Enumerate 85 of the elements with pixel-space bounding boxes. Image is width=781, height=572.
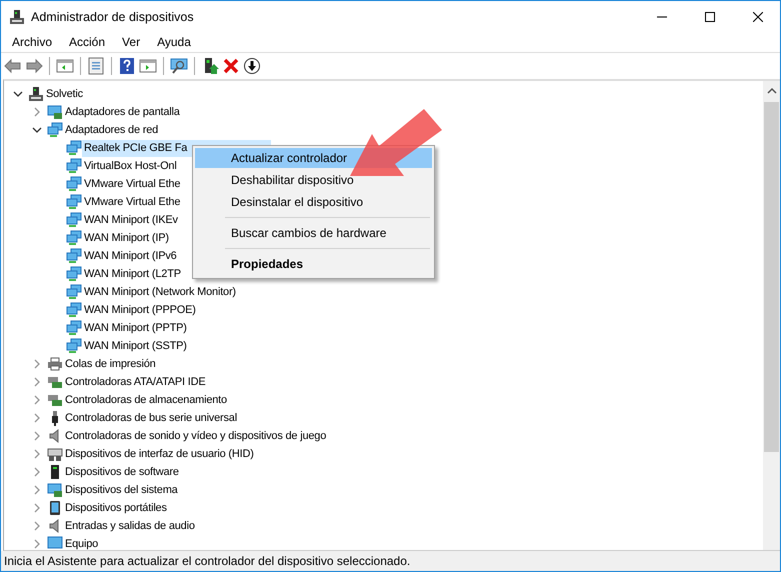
status-text: Inicia el Asistente para actualizar el controlador del dispositivo seleccionado. <box>4 554 410 568</box>
tree-item[interactable]: WAN Miniport (IKEv <box>82 212 180 228</box>
tree-item[interactable]: VMware Virtual Ethe <box>82 194 182 210</box>
tree-item[interactable]: Controladoras de almacenamiento <box>63 392 229 408</box>
tree-item[interactable]: WAN Miniport (IPv6 <box>82 248 179 264</box>
tree-item[interactable]: Controladoras ATA/ATAPI IDE <box>63 374 208 390</box>
network-monitors-icon <box>66 158 82 174</box>
computer-icon <box>28 86 44 102</box>
collapse-chevron-icon[interactable] <box>32 125 42 135</box>
tree-item[interactable]: WAN Miniport (SSTP) <box>82 338 189 354</box>
tree-item[interactable]: Solvetic <box>44 86 85 102</box>
expand-chevron-icon[interactable] <box>32 107 42 117</box>
back-icon[interactable] <box>4 57 22 75</box>
network-monitors-icon <box>66 284 82 300</box>
monitor-card-icon <box>47 482 63 498</box>
context-menu-item[interactable]: Deshabilitar dispositivo <box>195 170 432 190</box>
tree-item[interactable]: WAN Miniport (PPPOE) <box>82 302 198 318</box>
network-monitors-icon <box>47 122 63 138</box>
menu-item[interactable]: Ver <box>114 35 148 49</box>
tree-item[interactable]: WAN Miniport (L2TP <box>82 266 183 282</box>
expand-chevron-icon[interactable] <box>32 377 42 387</box>
tree-item[interactable]: Dispositivos de software <box>63 464 181 480</box>
tree-item[interactable]: Equipo <box>63 536 100 550</box>
expand-chevron-icon[interactable] <box>32 467 42 477</box>
keyboard-icon <box>47 446 63 462</box>
context-menu-item[interactable]: Buscar cambios de hardware <box>195 223 432 243</box>
context-menu-item[interactable]: Desinstalar el dispositivo <box>195 192 432 212</box>
tablet-icon <box>47 500 63 516</box>
scan-monitor-icon[interactable] <box>170 57 188 75</box>
menu-item[interactable]: Archivo <box>4 35 60 49</box>
network-monitors-icon <box>66 302 82 318</box>
tree-item[interactable]: WAN Miniport (Network Monitor) <box>82 284 238 300</box>
tree-item[interactable]: Controladoras de bus serie universal <box>63 410 239 426</box>
network-monitors-icon <box>66 230 82 246</box>
monitor-card-icon <box>47 104 63 120</box>
tree-item[interactable]: Dispositivos de interfaz de usuario (HID) <box>63 446 256 462</box>
menu-item[interactable]: Acción <box>61 35 114 49</box>
menu-item[interactable]: Ayuda <box>149 35 199 49</box>
context-menu-item[interactable]: Propiedades <box>195 254 432 274</box>
window-title: Administrador de dispositivos <box>31 10 194 24</box>
properties-icon[interactable] <box>87 57 105 75</box>
collapse-chevron-icon[interactable] <box>13 89 23 99</box>
network-monitors-icon <box>66 212 82 228</box>
expand-chevron-icon[interactable] <box>32 359 42 369</box>
scrollbar-thumb[interactable] <box>764 102 779 452</box>
drive-card-icon <box>47 392 63 408</box>
tree-item[interactable]: WAN Miniport (IP) <box>82 230 171 246</box>
drive-card-icon <box>47 374 63 390</box>
tree-item[interactable]: VirtualBox Host-Onl <box>82 158 179 174</box>
maximize-icon[interactable] <box>705 12 715 22</box>
console-tree-icon[interactable] <box>56 57 74 75</box>
tree-item[interactable]: Adaptadores de red <box>63 122 160 138</box>
tree-item[interactable]: Colas de impresión <box>63 356 158 372</box>
forward-icon[interactable] <box>25 57 43 75</box>
expand-chevron-icon[interactable] <box>32 539 42 549</box>
uninstall-icon[interactable] <box>222 57 240 75</box>
tree-item[interactable]: Adaptadores de pantalla <box>63 104 182 120</box>
monitor-icon <box>47 536 63 550</box>
tree-item[interactable]: Dispositivos del sistema <box>63 482 180 498</box>
tree-item[interactable]: VMware Virtual Ethe <box>82 176 182 192</box>
expand-chevron-icon[interactable] <box>32 521 42 531</box>
action-pane-icon[interactable] <box>139 57 157 75</box>
printer-icon <box>47 356 63 372</box>
network-monitors-icon <box>66 194 82 210</box>
expand-chevron-icon[interactable] <box>32 431 42 441</box>
app-icon <box>9 8 25 24</box>
network-monitors-icon <box>66 320 82 336</box>
network-monitors-icon <box>66 176 82 192</box>
expand-chevron-icon[interactable] <box>32 503 42 513</box>
network-monitors-icon <box>66 266 82 282</box>
tree-item[interactable]: Dispositivos portátiles <box>63 500 169 516</box>
disable-icon[interactable] <box>243 57 261 75</box>
scroll-up-icon[interactable] <box>766 87 776 95</box>
expand-chevron-icon[interactable] <box>32 395 42 405</box>
tree-item[interactable]: Controladoras de sonido y vídeo y dispositivos de juego <box>63 428 328 444</box>
expand-chevron-icon[interactable] <box>32 413 42 423</box>
help-icon[interactable] <box>118 57 136 75</box>
network-monitors-icon <box>66 140 82 156</box>
close-icon[interactable] <box>753 12 763 22</box>
tree-item[interactable]: Entradas y salidas de audio <box>63 518 197 534</box>
expand-chevron-icon[interactable] <box>32 485 42 495</box>
network-monitors-icon <box>66 338 82 354</box>
network-monitors-icon <box>66 248 82 264</box>
tree-item[interactable]: WAN Miniport (PPTP) <box>82 320 189 336</box>
expand-chevron-icon[interactable] <box>32 449 42 459</box>
